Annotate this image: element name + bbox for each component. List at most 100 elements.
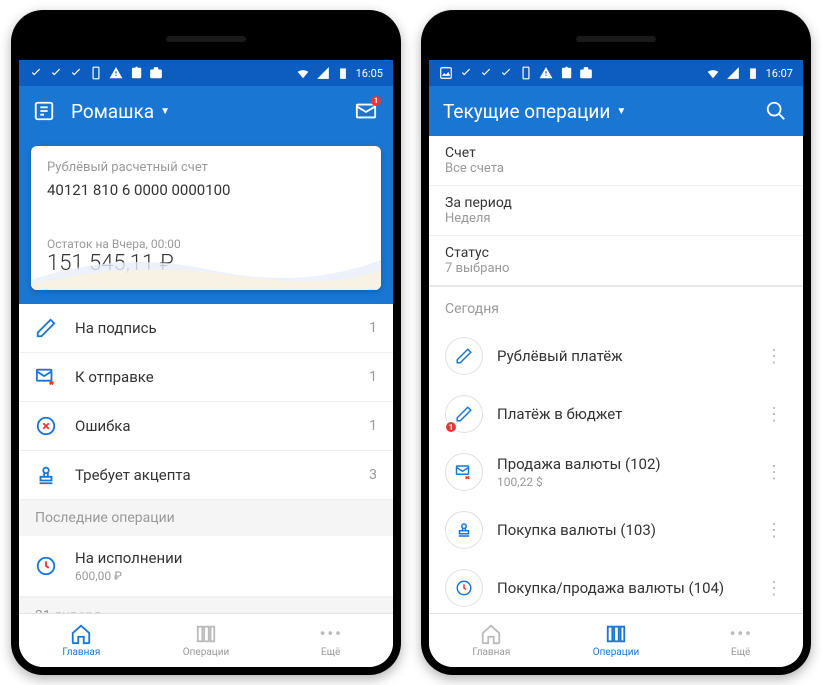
row-count: 1 (369, 418, 377, 434)
chevron-down-icon: ▼ (616, 106, 626, 117)
appbar-title-dropdown[interactable]: Текущие операции ▼ (443, 100, 763, 123)
battery-icon (336, 66, 350, 80)
mail-badge: 1 (371, 96, 381, 106)
wifi-icon (296, 66, 310, 80)
account-card[interactable]: Рублёвый расчетный счет 40121 810 6 0000… (31, 146, 381, 290)
op-title: Рублёвый платёж (497, 347, 761, 365)
check-icon (29, 66, 43, 80)
status-list: На подпись 1 К отправке 1 Ошибка 1 Требу… (19, 304, 393, 613)
row-error[interactable]: Ошибка 1 (19, 402, 393, 451)
nav-home[interactable]: Главная (429, 614, 554, 667)
appbar-title-dropdown[interactable]: Ромашка ▼ (71, 100, 353, 123)
phone-left: 16:05 Ромашка ▼ 1 Рублёвый расчетный сче… (11, 10, 401, 675)
chevron-down-icon: ▼ (160, 106, 170, 117)
card-label: Рублёвый расчетный счет (47, 160, 365, 175)
filter-label: За период (445, 195, 787, 211)
check-icon (49, 66, 63, 80)
op-row[interactable]: 1 Платёж в бюджет ⋮ (429, 385, 803, 443)
row-label: Ошибка (75, 417, 369, 435)
date-header: 31 января (19, 597, 393, 613)
nav-operations[interactable]: Операции (554, 614, 679, 667)
device-icon (89, 66, 103, 80)
screen-right: 16:07 Текущие операции ▼ Счет Все счета … (429, 60, 803, 667)
row-count: 3 (369, 467, 377, 483)
more-icon: ••• (320, 623, 342, 645)
op-row[interactable]: Продажа валюты (102) 100,22 $ ⋮ (429, 443, 803, 501)
filter-label: Статус (445, 245, 787, 261)
op-row[interactable]: Покупка валюты (103) ⋮ (429, 501, 803, 559)
content: Рублёвый расчетный счет 40121 810 6 0000… (19, 136, 393, 613)
appbar: Текущие операции ▼ (429, 86, 803, 136)
more-icon: ••• (730, 623, 752, 645)
nav-more[interactable]: ••• Ещё (268, 614, 393, 667)
row-accept[interactable]: Требует акцепта 3 (19, 451, 393, 500)
warning-icon (539, 66, 553, 80)
op-title: Покупка валюты (103) (497, 521, 761, 539)
op-more-button[interactable]: ⋮ (761, 520, 787, 541)
nav-label: Операции (183, 647, 229, 658)
briefcase-icon (579, 66, 593, 80)
appbar-title-text: Ромашка (71, 100, 154, 123)
nav-label: Ещё (321, 647, 340, 658)
bottomnav: Главная Операции ••• Ещё (429, 613, 803, 667)
filter-account[interactable]: Счет Все счета (429, 136, 803, 186)
pencil-icon (35, 317, 57, 339)
briefcase-icon (149, 66, 163, 80)
filter-value: 7 выбрано (445, 261, 787, 276)
phone-bezel-top (429, 18, 803, 60)
screen-left: 16:05 Ромашка ▼ 1 Рублёвый расчетный сче… (19, 60, 393, 667)
card-area: Рублёвый расчетный счет 40121 810 6 0000… (19, 136, 393, 304)
nav-operations[interactable]: Операции (144, 614, 269, 667)
mail-button[interactable]: 1 (353, 98, 379, 124)
statusbar: 16:07 (429, 60, 803, 86)
nav-label: Операции (593, 647, 639, 658)
signal-icon (316, 66, 330, 80)
company-icon[interactable] (33, 100, 55, 122)
row-send[interactable]: К отправке 1 (19, 353, 393, 402)
op-badge: 1 (444, 420, 458, 434)
card-balance-label: Остаток на Вчера, 00:00 (47, 237, 365, 251)
warning-icon (109, 66, 123, 80)
ops-section-today: Сегодня (429, 287, 803, 327)
statusbar-time: 16:07 (766, 67, 793, 80)
appbar: Ромашка ▼ 1 (19, 86, 393, 136)
op-title: Покупка/продажа валюты (104) (497, 579, 761, 597)
op-more-button[interactable]: ⋮ (761, 346, 787, 367)
check-icon (459, 66, 473, 80)
row-label: К отправке (75, 368, 369, 386)
appbar-title-text: Текущие операции (443, 100, 610, 123)
op-row[interactable]: Покупка/продажа валюты (104) ⋮ (429, 559, 803, 613)
nav-label: Главная (62, 647, 100, 658)
wifi-icon (706, 66, 720, 80)
nav-more[interactable]: ••• Ещё (678, 614, 803, 667)
device-icon (519, 66, 533, 80)
nav-home[interactable]: Главная (19, 614, 144, 667)
search-button[interactable] (763, 98, 789, 124)
op-title: Продажа валюты (102) (497, 455, 761, 473)
row-count: 1 (369, 369, 377, 385)
op-more-button[interactable]: ⋮ (761, 404, 787, 425)
recent-op-row[interactable]: На исполнении 600,00 ₽ (19, 536, 393, 597)
op-more-button[interactable]: ⋮ (761, 462, 787, 483)
clipboard-icon (559, 66, 573, 80)
op-subtitle: 100,22 $ (497, 475, 761, 489)
op-row[interactable]: Рублёвый платёж ⋮ (429, 327, 803, 385)
stamp-icon (35, 464, 57, 486)
op-more-button[interactable]: ⋮ (761, 578, 787, 599)
row-label: Требует акцепта (75, 466, 369, 484)
mail-send-icon (445, 453, 483, 491)
nav-label: Ещё (731, 647, 750, 658)
filter-period[interactable]: За период Неделя (429, 186, 803, 236)
statusbar: 16:05 (19, 60, 393, 86)
filter-status[interactable]: Статус 7 выбрано (429, 236, 803, 287)
pencil-icon (445, 337, 483, 375)
row-sign[interactable]: На подпись 1 (19, 304, 393, 353)
statusbar-time: 16:05 (356, 67, 383, 80)
check-icon (499, 66, 513, 80)
recent-ops-header: Последние операции (19, 500, 393, 536)
phone-right: 16:07 Текущие операции ▼ Счет Все счета … (421, 10, 811, 675)
card-balance: 151 545,11 ₽ (47, 251, 365, 276)
clock-icon (35, 555, 57, 577)
pencil-icon: 1 (445, 395, 483, 433)
bottomnav: Главная Операции ••• Ещё (19, 613, 393, 667)
